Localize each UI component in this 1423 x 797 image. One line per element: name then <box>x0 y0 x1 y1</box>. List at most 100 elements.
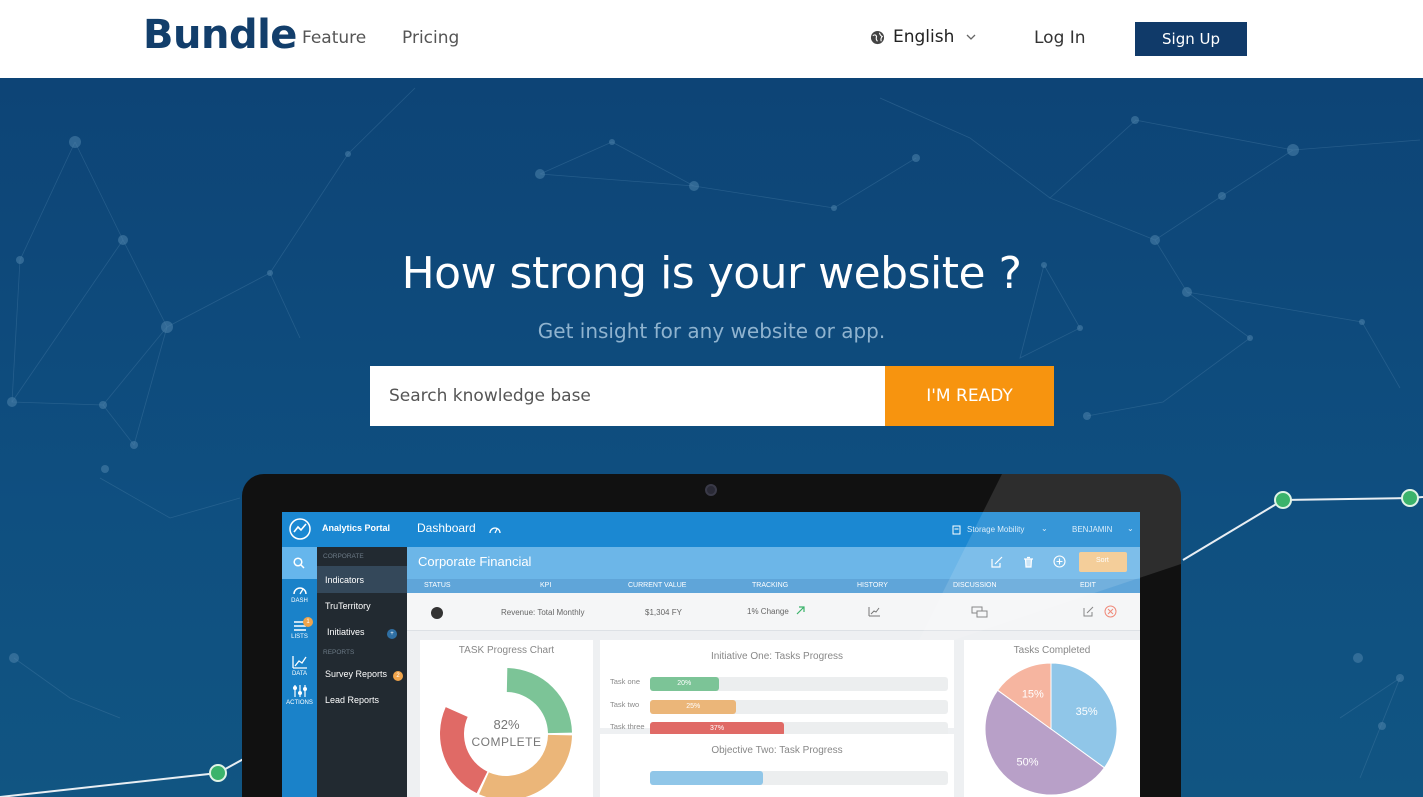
top-navbar: Bundle Feature Pricing English Log In Si… <box>0 0 1423 78</box>
tasks-completed-card: Tasks Completed 35% 50% 15% <box>964 640 1140 797</box>
objective-title: Objective Two: Task Progress <box>711 745 843 756</box>
sort-label: Sort <box>1096 557 1109 564</box>
line-chart-icon <box>291 656 307 669</box>
data-nav-tile: DATA <box>282 655 317 677</box>
language-selector[interactable]: English <box>870 27 976 47</box>
task-progress-card: TASK Progress Chart 82% COMPLETE <box>420 640 593 797</box>
edit-icon <box>1083 606 1094 617</box>
trash-icon <box>1024 556 1033 568</box>
sort-button: Sort <box>1079 552 1127 572</box>
menu-item-initiatives: Initiatives <box>327 627 365 637</box>
row-value: $1,304 FY <box>645 608 682 617</box>
col-status: STATUS <box>424 582 451 589</box>
menu-item-survey-reports: Survey Reports <box>325 669 388 679</box>
survey-badge: 2 <box>393 671 403 681</box>
menu-item-indicators: Indicators <box>325 575 365 585</box>
dashboard-page-title: Dashboard <box>417 521 476 535</box>
objective-card: Objective Two: Task Progress <box>600 734 954 797</box>
task-one-label: Task one <box>610 677 641 686</box>
col-kpi: KPI <box>540 582 552 589</box>
login-link[interactable]: Log In <box>1034 28 1086 48</box>
chevron-down-icon <box>966 34 976 40</box>
initiative-card: Initiative One: Tasks Progress Task one … <box>600 640 954 736</box>
hero-subhead: Get insight for any website or app. <box>537 319 886 343</box>
menu-item-truterritory: TruTerritory <box>325 601 371 611</box>
laptop-mockup: Analytics Portal DASH LISTS 1 DATA ACTIO… <box>242 474 1181 797</box>
initiative-title: Initiative One: Tasks Progress <box>710 651 844 662</box>
col-discussion: DISCUSSION <box>953 582 997 589</box>
arrow-up-right-icon <box>796 606 805 615</box>
pie-slice-label: 50% <box>1016 756 1038 768</box>
task-two-bar: 25% <box>650 700 737 714</box>
initiatives-badge: + <box>387 629 397 639</box>
webcam-icon <box>705 484 717 496</box>
history-chart-icon <box>868 607 880 617</box>
discussion-icon <box>971 606 988 618</box>
im-ready-button[interactable]: I'M READY <box>885 366 1054 426</box>
dashboard-topbar: Dashboard Storage Mobility ⌄ BENJAMIN ⌄ <box>407 512 1140 547</box>
donut-percent: 82% <box>493 717 520 732</box>
workspace-label: Storage Mobility <box>967 525 1025 534</box>
actions-nav-tile: ACTIONS <box>282 684 317 706</box>
dashboard-screenshot: Analytics Portal DASH LISTS 1 DATA ACTIO… <box>282 512 1140 797</box>
pie-slice-label: 35% <box>1076 706 1098 718</box>
objective-bar <box>650 771 764 785</box>
globe-icon <box>870 30 885 44</box>
app-name: Analytics Portal <box>322 523 391 533</box>
close-circle-icon <box>1104 605 1117 618</box>
donut-label: COMPLETE <box>471 735 542 749</box>
table-header: STATUS KPI CURRENT VALUE TRACKING HISTOR… <box>407 579 1140 593</box>
plus-circle-icon <box>1053 555 1066 568</box>
nav-pricing-link[interactable]: Pricing <box>402 28 459 48</box>
corporate-section-label: CORPORATE <box>323 553 364 560</box>
hero-headline: How strong is your website ? <box>401 248 1022 299</box>
objective-track <box>650 771 948 785</box>
task-one-track: 20% <box>650 677 948 691</box>
sliders-icon <box>292 685 307 697</box>
tasks-completed-pie: 35% 50% 15% <box>984 662 1118 796</box>
dash-label: DASH <box>291 598 308 604</box>
table-row: Revenue: Total Monthly $1,304 FY 1% Chan… <box>407 593 1140 631</box>
brand-logo[interactable]: Bundle <box>143 12 297 58</box>
section-title: Corporate Financial <box>418 554 532 569</box>
row-kpi: Revenue: Total Monthly <box>501 608 585 617</box>
lists-label: LISTS <box>291 634 308 640</box>
nav-feature-link[interactable]: Feature <box>302 28 366 48</box>
task-two-track: 25% <box>650 700 948 714</box>
hero-section: How strong is your website ? Get insight… <box>0 78 1423 797</box>
storage-icon <box>952 525 961 535</box>
analytics-logo-icon <box>289 518 311 540</box>
actions-label: ACTIONS <box>286 700 313 706</box>
col-current-value: CURRENT VALUE <box>628 582 687 589</box>
gauge-icon <box>489 527 501 534</box>
chevron-down-icon: ⌄ <box>1127 524 1134 533</box>
task-progress-title: TASK Progress Chart <box>458 645 555 656</box>
pie-slice-label: 15% <box>1022 688 1044 700</box>
task-one-bar: 20% <box>650 677 719 691</box>
gauge-icon <box>292 587 307 595</box>
tasks-completed-title: Tasks Completed <box>1013 645 1091 656</box>
dashboard-section-bar: Corporate Financial Sort <box>407 547 1140 579</box>
row-tracking: 1% Change <box>747 607 789 616</box>
col-history: HISTORY <box>857 582 888 589</box>
language-label: English <box>893 27 955 47</box>
search-icon <box>293 557 305 569</box>
reports-section-label: REPORTS <box>323 649 355 656</box>
user-name: BENJAMIN <box>1072 525 1113 534</box>
dash-nav-tile: DASH <box>282 584 317 604</box>
dashboard-app-header: Analytics Portal <box>282 512 407 547</box>
task-two-label: Task two <box>610 700 640 709</box>
status-dot <box>431 607 443 619</box>
lists-badge: 1 <box>303 617 313 627</box>
dashboard-menu: CORPORATE Indicators TruTerritory Initia… <box>317 547 407 797</box>
edit-icon <box>991 556 1003 568</box>
col-tracking: TRACKING <box>752 582 789 589</box>
task-three-label: Task three <box>610 722 645 731</box>
search-input[interactable] <box>370 366 885 426</box>
data-label: DATA <box>291 671 308 677</box>
lists-nav-tile: LISTS 1 <box>282 617 317 640</box>
col-edit: EDIT <box>1080 582 1096 589</box>
chevron-down-icon: ⌄ <box>1041 524 1048 533</box>
menu-item-lead-reports: Lead Reports <box>325 695 380 705</box>
signup-button[interactable]: Sign Up <box>1135 22 1247 56</box>
